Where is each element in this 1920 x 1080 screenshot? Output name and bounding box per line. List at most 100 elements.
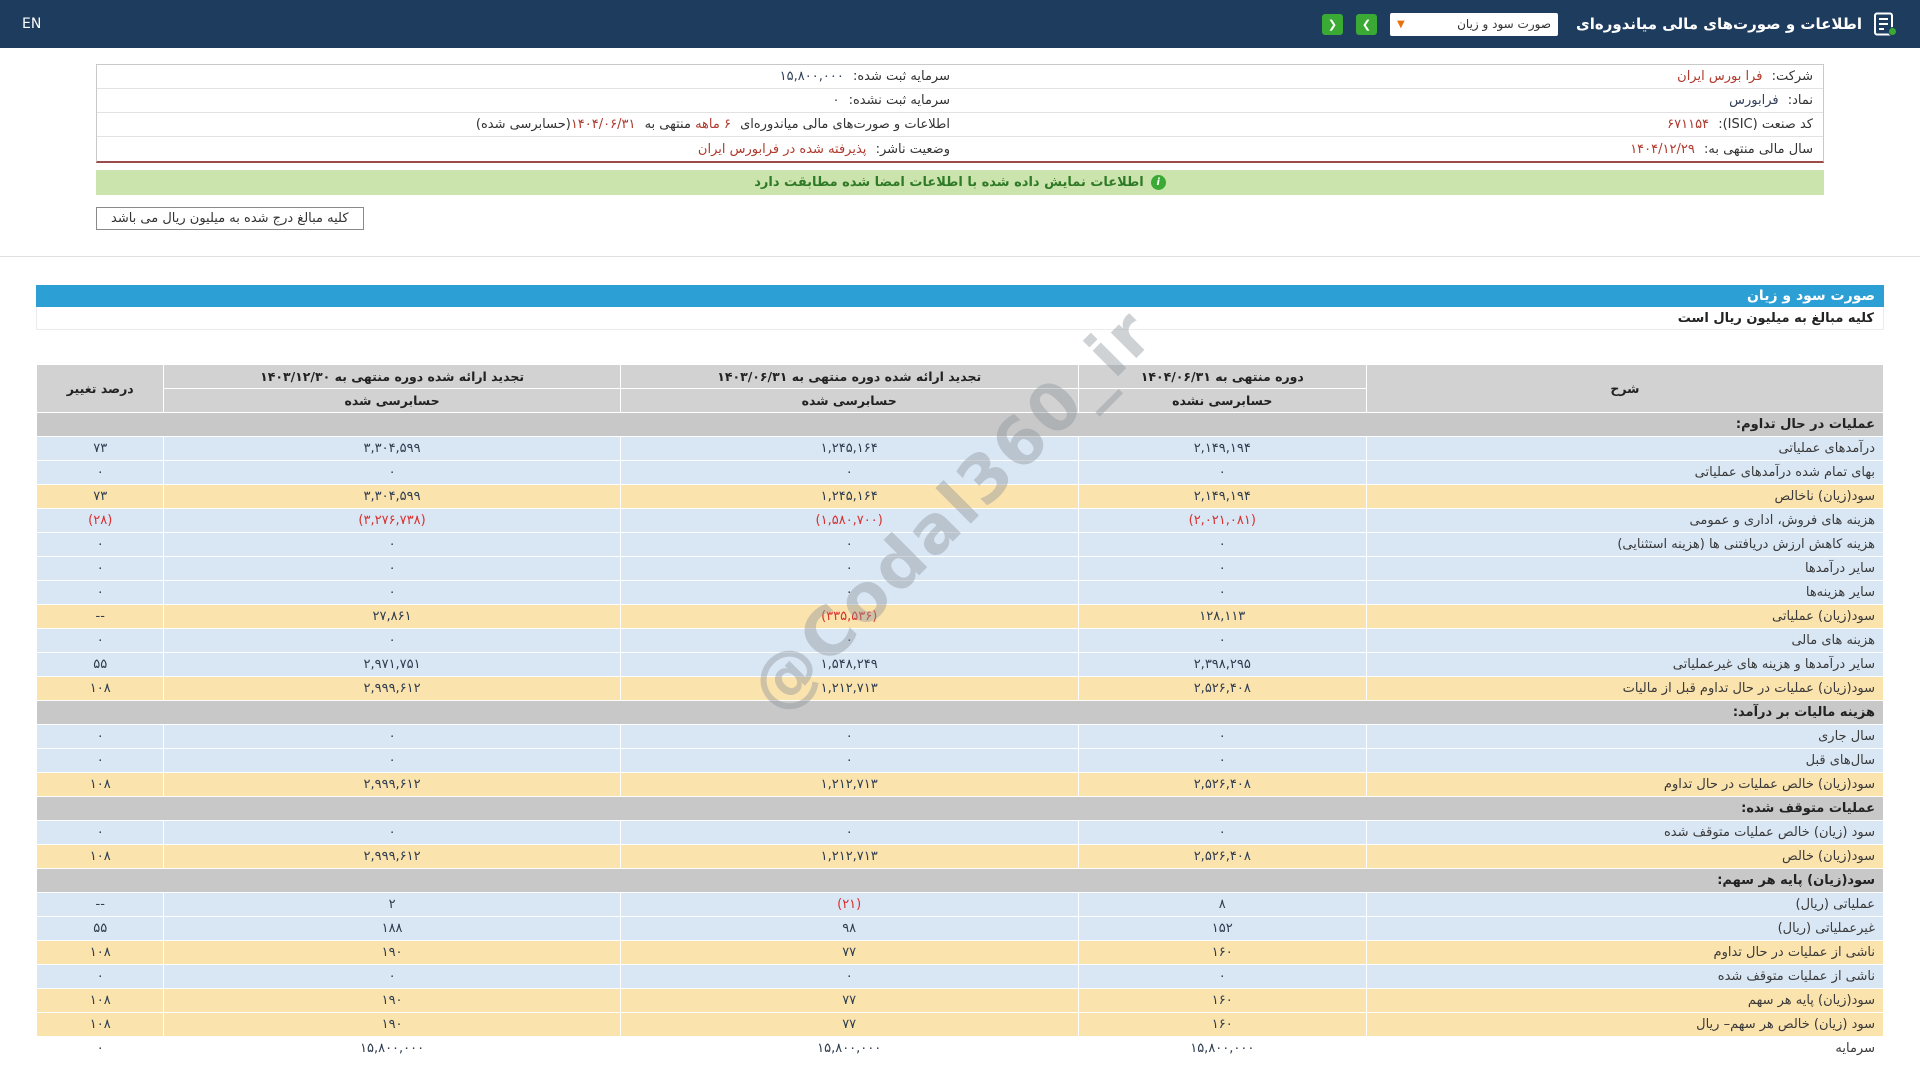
- row-value-current: ۱۶۰: [1078, 941, 1366, 965]
- row-label: سود(زیان) عملیات در حال تداوم قبل از مال…: [1366, 677, 1883, 701]
- row-value-prior-year: ۲,۹۹۹,۶۱۲: [164, 677, 620, 701]
- row-value-current: ۰: [1078, 965, 1366, 989]
- row-value-prior-year: ۰: [164, 965, 620, 989]
- row-label: سود(زیان) پایه هر سهم: [1366, 989, 1883, 1013]
- row-value-prior-period: ۱,۲۴۵,۱۶۴: [620, 485, 1078, 509]
- row-value-prior-year: ۱۹۰: [164, 1013, 620, 1037]
- table-row: عملیاتی (ریال) ۸ (۲۱) ۲ --: [37, 893, 1884, 917]
- row-value-prior-period: (۱,۵۸۰,۷۰۰): [620, 509, 1078, 533]
- row-value-prior-period: ۰: [620, 629, 1078, 653]
- row-value-prior-year: ۱۹۰: [164, 989, 620, 1013]
- row-value-prior-period: ۷۷: [620, 1013, 1078, 1037]
- row-percent-change: --: [37, 605, 164, 629]
- row-value-prior-period: ۰: [620, 557, 1078, 581]
- report-type-select[interactable]: صورت سود و زیان ▼: [1390, 13, 1558, 36]
- top-navigation-bar: اطلاعات و صورت‌های مالی میاندوره‌ای صورت…: [0, 0, 1920, 48]
- report-period-length: ۶ ماهه: [695, 117, 731, 132]
- row-label: سود(زیان) عملیاتی: [1366, 605, 1883, 629]
- row-percent-change: ۰: [37, 749, 164, 773]
- table-row: سایر درآمدها ۰ ۰ ۰ ۰: [37, 557, 1884, 581]
- column-subheader-annual-audit: حسابرسی شده: [164, 389, 620, 413]
- row-value-current: ۰: [1078, 461, 1366, 485]
- report-select-value: صورت سود و زیان: [1457, 17, 1551, 31]
- row-percent-change: ۰: [37, 965, 164, 989]
- row-label: سود(زیان) خالص عملیات در حال تداوم: [1366, 773, 1883, 797]
- row-value-current: ۰: [1078, 629, 1366, 653]
- row-value-current: ۱۲۸,۱۱۳: [1078, 605, 1366, 629]
- row-percent-change: ۰: [37, 461, 164, 485]
- row-percent-change: (۲۸): [37, 509, 164, 533]
- company-info-row: سال مالی منتهی به: ۱۴۰۴/۱۲/۲۹ وضعیت ناشر…: [97, 137, 1823, 161]
- row-label: بهای تمام شده درآمدهای عملیاتی: [1366, 461, 1883, 485]
- row-label: غیرعملیاتی (ریال): [1366, 917, 1883, 941]
- language-toggle[interactable]: EN: [22, 16, 41, 32]
- table-row: سود(زیان) خالص ۲,۵۲۶,۴۰۸ ۱,۲۱۲,۷۱۳ ۲,۹۹۹…: [37, 845, 1884, 869]
- row-value-current: ۰: [1078, 533, 1366, 557]
- report-document-icon: [1872, 11, 1898, 37]
- previous-period-button[interactable]: ❮: [1322, 14, 1343, 35]
- table-row: سایر هزینه‌ها ۰ ۰ ۰ ۰: [37, 581, 1884, 605]
- company-name-value[interactable]: فرا بورس ایران: [1677, 69, 1762, 84]
- statement-title-bar: صورت سود و زیان: [36, 285, 1884, 307]
- row-value-prior-period: ۱۵,۸۰۰,۰۰۰: [620, 1037, 1078, 1061]
- company-info-row: کد صنعت (ISIC): ۶۷۱۱۵۴ اطلاعات و صورت‌ها…: [97, 113, 1823, 137]
- row-percent-change: ۷۳: [37, 437, 164, 461]
- table-row: سود(زیان) خالص عملیات در حال تداوم ۲,۵۲۶…: [37, 773, 1884, 797]
- row-value-prior-year: ۰: [164, 629, 620, 653]
- row-value-prior-year: ۱۹۰: [164, 941, 620, 965]
- row-percent-change: ۱۰۸: [37, 941, 164, 965]
- column-header-period-prior: تجدید ارائه شده دوره منتهی به ۱۴۰۳/۰۶/۳۱: [620, 365, 1078, 389]
- symbol-value[interactable]: فرابورس: [1729, 93, 1778, 108]
- column-header-period-current: دوره منتهی به ۱۴۰۴/۰۶/۳۱: [1078, 365, 1366, 389]
- table-row: سود (زیان) خالص عملیات متوقف شده ۰ ۰ ۰ ۰: [37, 821, 1884, 845]
- section-header-row: عملیات متوقف شده:: [37, 797, 1884, 821]
- row-value-current: ۰: [1078, 581, 1366, 605]
- row-percent-change: ۱۰۸: [37, 677, 164, 701]
- row-value-prior-period: (۲۱): [620, 893, 1078, 917]
- row-label: سایر درآمدها: [1366, 557, 1883, 581]
- row-value-prior-period: ۰: [620, 581, 1078, 605]
- statement-unit-note: کلیه مبالغ به میلیون ریال است: [36, 307, 1884, 330]
- row-percent-change: --: [37, 893, 164, 917]
- next-period-button[interactable]: ❯: [1356, 14, 1377, 35]
- publisher-status-label: وضعیت ناشر:: [876, 142, 950, 157]
- table-row: سال جاری ۰ ۰ ۰ ۰: [37, 725, 1884, 749]
- unregistered-capital-value: ۰: [832, 93, 839, 108]
- row-label: سال جاری: [1366, 725, 1883, 749]
- company-label: شرکت:: [1772, 69, 1813, 84]
- row-percent-change: ۱۰۸: [37, 989, 164, 1013]
- publisher-status-cell: وضعیت ناشر: پذیرفته شده در فرابورس ایران: [97, 142, 960, 157]
- row-percent-change: ۵۵: [37, 653, 164, 677]
- row-value-prior-year: ۲,۹۹۹,۶۱۲: [164, 773, 620, 797]
- section-label: عملیات متوقف شده:: [37, 797, 1884, 821]
- table-row: سایر درآمدها و هزینه های غیرعملیاتی ۲,۳۹…: [37, 653, 1884, 677]
- isic-value: ۶۷۱۱۵۴: [1667, 117, 1709, 132]
- registered-capital-label: سرمایه ثبت شده:: [853, 69, 950, 84]
- row-value-prior-year: ۲,۹۷۱,۷۵۱: [164, 653, 620, 677]
- table-row: سود(زیان) عملیاتی ۱۲۸,۱۱۳ (۳۳۵,۵۳۶) ۲۷,۸…: [37, 605, 1884, 629]
- row-value-prior-year: ۰: [164, 557, 620, 581]
- unregistered-capital-label: سرمایه ثبت نشده:: [849, 93, 950, 108]
- row-value-prior-period: ۷۷: [620, 989, 1078, 1013]
- symbol-label: نماد:: [1788, 93, 1813, 108]
- table-row: سود(زیان) ناخالص ۲,۱۴۹,۱۹۴ ۱,۲۴۵,۱۶۴ ۳,۳…: [37, 485, 1884, 509]
- row-label: هزینه های فروش، اداری و عمومی: [1366, 509, 1883, 533]
- row-value-current: ۰: [1078, 557, 1366, 581]
- row-value-prior-year: ۳,۳۰۴,۵۹۹: [164, 485, 620, 509]
- row-value-prior-year: ۰: [164, 461, 620, 485]
- section-label: هزینه مالیات بر درآمد:: [37, 701, 1884, 725]
- row-percent-change: ۵۵: [37, 917, 164, 941]
- table-row: غیرعملیاتی (ریال) ۱۵۲ ۹۸ ۱۸۸ ۵۵: [37, 917, 1884, 941]
- row-value-prior-year: ۲: [164, 893, 620, 917]
- table-row: ناشی از عملیات در حال تداوم ۱۶۰ ۷۷ ۱۹۰ ۱…: [37, 941, 1884, 965]
- row-value-prior-year: ۲۷,۸۶۱: [164, 605, 620, 629]
- unregistered-capital-cell: سرمایه ثبت نشده: ۰: [97, 93, 960, 108]
- table-row: هزینه های فروش، اداری و عمومی (۲,۰۲۱,۰۸۱…: [37, 509, 1884, 533]
- row-value-prior-year: ۲,۹۹۹,۶۱۲: [164, 845, 620, 869]
- row-value-prior-year: ۰: [164, 581, 620, 605]
- table-row: هزینه های مالی ۰ ۰ ۰ ۰: [37, 629, 1884, 653]
- row-value-current: ۲,۵۲۶,۴۰۸: [1078, 677, 1366, 701]
- section-label: عملیات در حال تداوم:: [37, 413, 1884, 437]
- section-divider: [0, 256, 1920, 257]
- row-value-prior-period: ۰: [620, 725, 1078, 749]
